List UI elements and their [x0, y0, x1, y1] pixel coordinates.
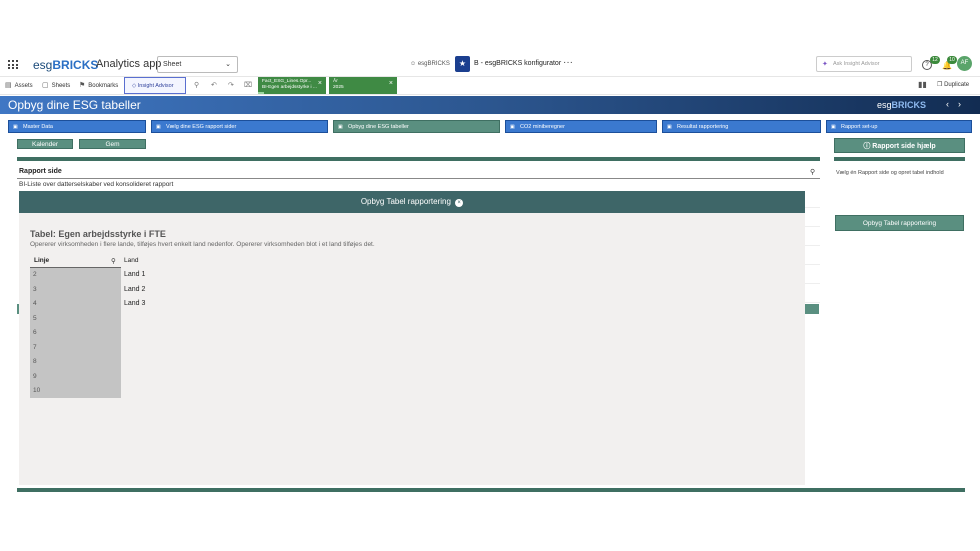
- selection-back-icon[interactable]: ↶: [211, 81, 217, 89]
- selection-chip-fact-esg[interactable]: Fact_ESG_Lines.Opr... BI-Egen arbejdssty…: [258, 77, 326, 94]
- footer-bar: [17, 488, 965, 492]
- nav-opbyg-esg-tabeller[interactable]: ▣ Opbyg dine ESG tabeller: [333, 120, 500, 133]
- nav-co2-miniberegner[interactable]: ▣ CO2 miniberegner: [505, 120, 657, 133]
- app-launcher-icon[interactable]: [8, 60, 18, 70]
- table-row[interactable]: 4: [33, 300, 37, 307]
- selection-forward-icon[interactable]: ↷: [228, 81, 234, 89]
- bookmarks-button[interactable]: ⚑ Bookmarks: [79, 81, 118, 89]
- diamond-icon: ◇: [132, 83, 137, 89]
- nav-resultat-rapportering[interactable]: ▣ Resultat rapportering: [662, 120, 821, 133]
- section-divider: [834, 157, 965, 161]
- page-title: Opbyg dine ESG tabeller: [8, 98, 141, 112]
- close-icon[interactable]: ×: [389, 80, 393, 87]
- page-banner: [0, 96, 980, 114]
- copy-icon: ❐: [937, 82, 943, 88]
- column-header-land[interactable]: Land: [124, 257, 138, 264]
- row-highlight: [805, 304, 819, 314]
- table-row[interactable]: 9: [33, 373, 37, 380]
- table-row[interactable]: 5: [33, 315, 37, 322]
- bar-chart-icon[interactable]: ▮▮: [918, 80, 927, 89]
- sheets-button[interactable]: ▢ Sheets: [42, 81, 70, 89]
- column-header-linje[interactable]: Linje: [34, 257, 49, 264]
- assets-icon: ▤: [5, 82, 12, 89]
- duplicate-button[interactable]: ❐ Duplicate: [937, 81, 969, 88]
- list-item[interactable]: Land 1: [124, 271, 145, 278]
- kalender-button[interactable]: Kalender: [17, 139, 73, 149]
- nav-icon: ▣: [13, 124, 18, 130]
- esgbricks-logo: esgBRICKS: [33, 58, 99, 72]
- list-header-divider: [17, 178, 820, 179]
- row-highlight-left: [17, 304, 19, 314]
- user-icon: ☺: [410, 61, 417, 67]
- section-divider: [17, 157, 820, 161]
- table-row[interactable]: 2: [33, 271, 37, 278]
- sheet-nav-arrows: ‹›: [946, 99, 970, 109]
- list-item[interactable]: BI-Liste over datterselskaber ved konsol…: [19, 181, 173, 188]
- chip-indicator: [258, 92, 264, 94]
- table-row[interactable]: 7: [33, 344, 37, 351]
- search-icon[interactable]: ⚲: [810, 168, 815, 176]
- space-owner: ☺ esgBRICKS: [410, 61, 450, 67]
- selection-chip-year[interactable]: År 2025 ×: [329, 77, 397, 94]
- sparkle-icon: ✦: [822, 61, 828, 68]
- ask-insight-advisor-input[interactable]: ✦ Ask Insight Advisor: [816, 56, 912, 72]
- banner-logo: esgBRICKS: [877, 100, 927, 110]
- chevron-left-icon[interactable]: ‹: [946, 99, 958, 109]
- avatar[interactable]: AF: [957, 56, 972, 71]
- table-row[interactable]: 8: [33, 358, 37, 365]
- chevron-right-icon[interactable]: ›: [958, 99, 970, 109]
- sheet-select[interactable]: Sheet ⌄: [157, 56, 238, 73]
- close-icon[interactable]: ×: [318, 80, 322, 87]
- nav-icon: ▣: [510, 124, 515, 130]
- chip-value: 2025: [333, 85, 344, 90]
- insight-advisor-button[interactable]: ◇ Insight Advisor: [124, 77, 186, 94]
- nav-icon: ▣: [156, 124, 161, 130]
- app-name: B - esgBRICKS konfigurator: [474, 60, 562, 67]
- bookmark-icon: ⚑: [79, 82, 86, 89]
- linje-list: [30, 268, 121, 398]
- rapport-side-help-button[interactable]: ⓘ Rapport side hjælp: [834, 138, 965, 153]
- smart-search-icon[interactable]: ⚲: [194, 81, 199, 89]
- table-row[interactable]: 3: [33, 286, 37, 293]
- app-type-label: Analytics app: [96, 58, 162, 70]
- table-title: Tabel: Egen arbejdsstyrke i FTE: [30, 229, 166, 239]
- clear-selections-icon[interactable]: ⌧: [244, 81, 252, 89]
- rapport-side-header: Rapport side: [19, 168, 62, 175]
- sheets-icon: ▢: [42, 82, 49, 89]
- list-item[interactable]: Land 3: [124, 300, 145, 307]
- notification-count-badge: 10: [947, 56, 957, 64]
- nav-icon: ▣: [831, 124, 836, 130]
- side-instruction: Vælg én Rapport side og opret tabel indh…: [836, 170, 944, 176]
- assets-button[interactable]: ▤ Assets: [5, 81, 33, 89]
- more-options-button[interactable]: ···: [563, 57, 573, 68]
- nav-icon: ▣: [667, 124, 672, 130]
- app-thumbnail-icon: ★: [455, 56, 470, 72]
- opbyg-tabel-button[interactable]: Opbyg Tabel rapportering: [835, 215, 964, 231]
- nav-master-data[interactable]: ▣ Master Data: [8, 120, 146, 133]
- table-row[interactable]: 6: [33, 329, 37, 336]
- info-icon: ⓘ: [863, 143, 871, 150]
- dialog-header: Opbyg Tabel rapportering ×: [19, 191, 805, 213]
- chip-value: BI-Egen arbejdsstyrke i ...: [262, 85, 317, 90]
- chevron-down-icon: ⌄: [225, 61, 231, 68]
- table-description: Opererer virksomheden i flere lande, til…: [30, 241, 375, 248]
- nav-icon: ▣: [338, 124, 343, 130]
- list-rows-right: [805, 189, 820, 303]
- dialog-title: Opbyg Tabel rapportering: [360, 197, 451, 206]
- help-count-badge: 12: [930, 56, 940, 64]
- gem-button[interactable]: Gem: [79, 139, 146, 149]
- close-icon[interactable]: ×: [455, 199, 464, 207]
- nav-vaelg-rapport-sider[interactable]: ▣ Vælg dine ESG rapport sider: [151, 120, 328, 133]
- search-icon[interactable]: ⚲: [111, 257, 116, 265]
- list-item[interactable]: Land 2: [124, 286, 145, 293]
- nav-rapport-set-up[interactable]: ▣ Rapport set-up: [826, 120, 972, 133]
- table-row[interactable]: 10: [33, 387, 40, 394]
